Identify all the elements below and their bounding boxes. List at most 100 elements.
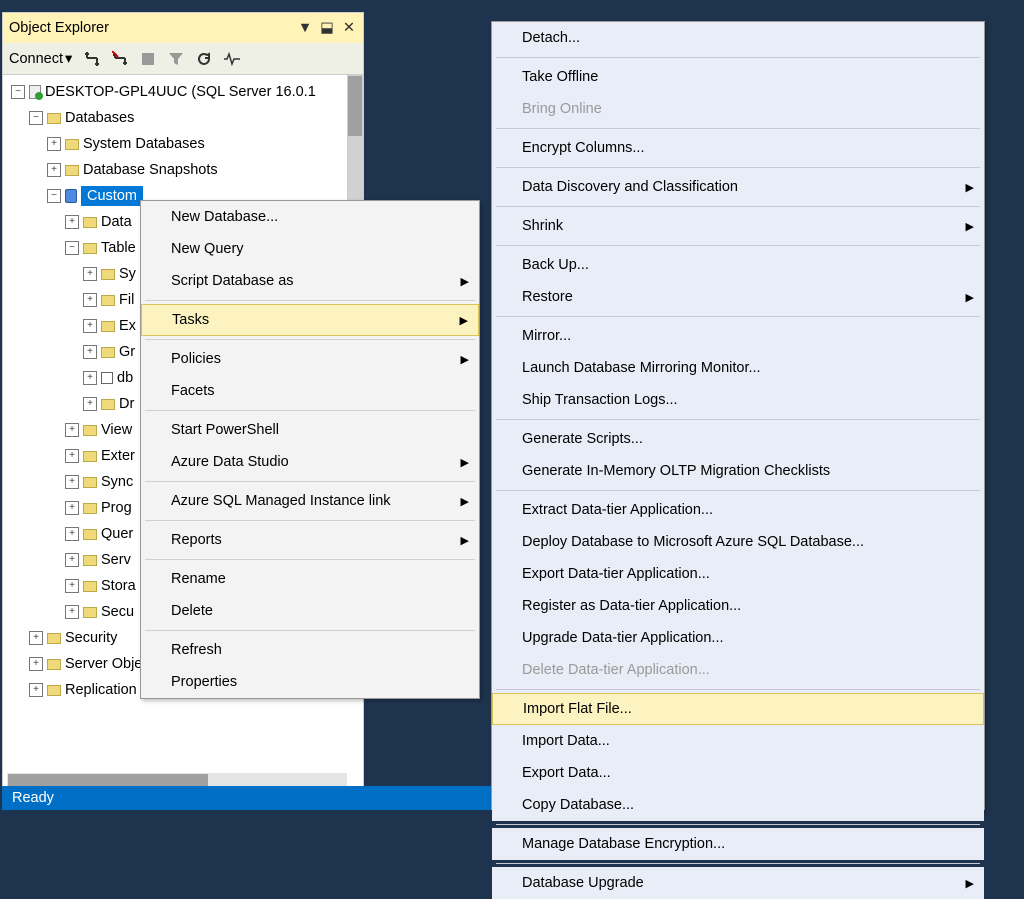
disconnect-icon[interactable] [112, 51, 128, 67]
tree-system-databases[interactable]: +System Databases [7, 131, 363, 157]
collapse-icon[interactable]: − [47, 189, 61, 203]
menu-separator [496, 167, 980, 168]
menu-item[interactable]: Export Data... [492, 757, 984, 789]
expand-icon[interactable]: + [65, 475, 79, 489]
menu-separator [496, 490, 980, 491]
menu-item[interactable]: Copy Database... [492, 789, 984, 821]
folder-icon [101, 269, 115, 280]
expand-icon[interactable]: + [47, 137, 61, 151]
expand-icon[interactable]: + [29, 683, 43, 697]
menu-item-label: Script Database as [171, 273, 294, 289]
menu-item[interactable]: Refresh [141, 634, 479, 666]
stop-icon[interactable] [140, 51, 156, 67]
expand-icon[interactable]: + [83, 319, 97, 333]
menu-item[interactable]: Encrypt Columns... [492, 132, 984, 164]
menu-item[interactable]: Launch Database Mirroring Monitor... [492, 352, 984, 384]
menu-item[interactable]: Import Data... [492, 725, 984, 757]
panel-title: Object Explorer [9, 20, 291, 36]
menu-separator [145, 559, 475, 560]
menu-item[interactable]: New Database... [141, 201, 479, 233]
scrollbar-thumb[interactable] [348, 76, 362, 136]
menu-item[interactable]: Take Offline [492, 61, 984, 93]
tree-databases-node[interactable]: −Databases [7, 105, 363, 131]
menu-item[interactable]: Facets [141, 375, 479, 407]
menu-item-label: Export Data-tier Application... [522, 566, 710, 582]
collapse-icon[interactable]: − [11, 85, 25, 99]
menu-item-label: New Database... [171, 209, 278, 225]
menu-item-label: Shrink [522, 218, 563, 234]
database-context-menu[interactable]: New Database...New QueryScript Database … [140, 200, 480, 699]
menu-item[interactable]: Reports▶ [141, 524, 479, 556]
menu-item[interactable]: Ship Transaction Logs... [492, 384, 984, 416]
connect-icon[interactable] [84, 51, 100, 67]
menu-item[interactable]: Generate In-Memory OLTP Migration Checkl… [492, 455, 984, 487]
expand-icon[interactable]: + [47, 163, 61, 177]
menu-item[interactable]: Policies▶ [141, 343, 479, 375]
menu-item[interactable]: Manage Database Encryption... [492, 828, 984, 860]
menu-item[interactable]: Script Database as▶ [141, 265, 479, 297]
menu-item[interactable]: Extract Data-tier Application... [492, 494, 984, 526]
filter-icon[interactable] [168, 51, 184, 67]
menu-separator [145, 630, 475, 631]
menu-item-label: Encrypt Columns... [522, 140, 645, 156]
menu-item[interactable]: Deploy Database to Microsoft Azure SQL D… [492, 526, 984, 558]
menu-item[interactable]: Properties [141, 666, 479, 698]
close-icon[interactable]: ✕ [341, 20, 357, 36]
collapse-icon[interactable]: − [29, 111, 43, 125]
menu-item[interactable]: New Query [141, 233, 479, 265]
menu-item[interactable]: Generate Scripts... [492, 423, 984, 455]
folder-icon [47, 659, 61, 670]
menu-item[interactable]: Data Discovery and Classification▶ [492, 171, 984, 203]
menu-item[interactable]: Shrink▶ [492, 210, 984, 242]
connect-label: Connect [9, 51, 63, 67]
menu-item-label: Properties [171, 674, 237, 690]
menu-item[interactable]: Export Data-tier Application... [492, 558, 984, 590]
connect-button[interactable]: Connect ▾ [9, 51, 72, 67]
expand-icon[interactable]: + [29, 631, 43, 645]
expand-icon[interactable]: + [65, 449, 79, 463]
menu-item[interactable]: Register as Data-tier Application... [492, 590, 984, 622]
collapse-icon[interactable]: − [65, 241, 79, 255]
expand-icon[interactable]: + [83, 293, 97, 307]
pin-icon[interactable]: ⬓ [319, 20, 335, 36]
menu-item[interactable]: Tasks▶ [141, 304, 479, 336]
folder-icon [47, 685, 61, 696]
menu-item[interactable]: Delete [141, 595, 479, 627]
menu-item[interactable]: Azure Data Studio▶ [141, 446, 479, 478]
menu-item-label: Delete Data-tier Application... [522, 662, 710, 678]
menu-item-label: Take Offline [522, 69, 598, 85]
expand-icon[interactable]: + [83, 397, 97, 411]
tasks-submenu[interactable]: Detach... Take Offline Bring Online Encrypt… [491, 21, 985, 810]
expand-icon[interactable]: + [65, 527, 79, 541]
menu-item[interactable]: Database Upgrade▶ [492, 867, 984, 899]
folder-icon [65, 139, 79, 150]
menu-item[interactable]: Restore▶ [492, 281, 984, 313]
expand-icon[interactable]: + [83, 267, 97, 281]
panel-dropdown-icon[interactable]: ▼ [297, 20, 313, 36]
expand-icon[interactable]: + [83, 371, 97, 385]
menu-item[interactable]: Import Flat File... [492, 693, 984, 725]
expand-icon[interactable]: + [65, 423, 79, 437]
expand-icon[interactable]: + [65, 215, 79, 229]
menu-item[interactable]: Start PowerShell [141, 414, 479, 446]
menu-item-label: Copy Database... [522, 797, 634, 813]
menu-item[interactable]: Detach... [492, 22, 984, 54]
expand-icon[interactable]: + [65, 553, 79, 567]
expand-icon[interactable]: + [29, 657, 43, 671]
menu-item-label: Bring Online [522, 101, 602, 117]
tree-server-node[interactable]: −DESKTOP-GPL4UUC (SQL Server 16.0.1 [7, 79, 363, 105]
menu-item[interactable]: Rename [141, 563, 479, 595]
menu-item[interactable]: Back Up... [492, 249, 984, 281]
expand-icon[interactable]: + [65, 605, 79, 619]
expand-icon[interactable]: + [83, 345, 97, 359]
menu-item-label: Generate In-Memory OLTP Migration Checkl… [522, 463, 830, 479]
menu-item[interactable]: Upgrade Data-tier Application... [492, 622, 984, 654]
expand-icon[interactable]: + [65, 501, 79, 515]
menu-separator [145, 481, 475, 482]
refresh-icon[interactable] [196, 51, 212, 67]
tree-database-snapshots[interactable]: +Database Snapshots [7, 157, 363, 183]
expand-icon[interactable]: + [65, 579, 79, 593]
menu-item[interactable]: Mirror... [492, 320, 984, 352]
menu-item[interactable]: Azure SQL Managed Instance link▶ [141, 485, 479, 517]
activity-icon[interactable] [224, 51, 240, 67]
